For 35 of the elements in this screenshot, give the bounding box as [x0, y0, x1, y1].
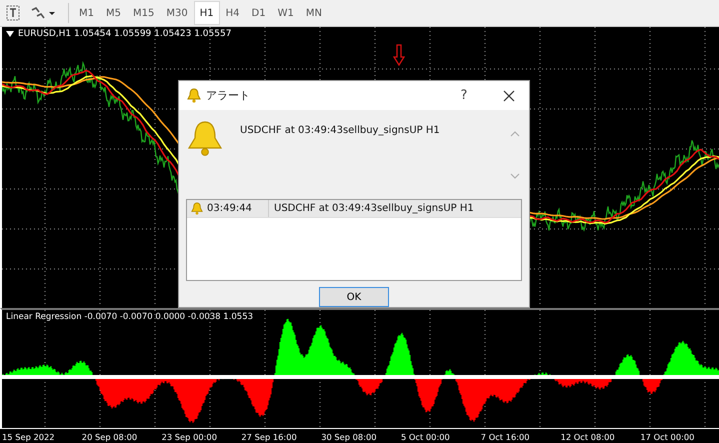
timeframe-tab[interactable]: M1	[73, 1, 100, 25]
chart-title: EURUSD,H1 1.05454 1.05599 1.05423 1.05557	[18, 29, 232, 39]
timeframe-tab[interactable]: H4	[220, 1, 246, 25]
time-axis-label: 27 Sep 16:00	[240, 432, 298, 442]
time-axis-label: 20 Sep 08:00	[80, 432, 138, 442]
timeframe-tab[interactable]: M15	[127, 1, 160, 25]
objects-icon[interactable]	[30, 6, 56, 20]
timeframe-tab[interactable]: M5	[100, 1, 127, 25]
alert-time: 03:49:44	[207, 203, 252, 214]
time-axis-label: 23 Sep 00:00	[160, 432, 218, 442]
indicator-label: Linear Regression -0.0070 -0.0070 0.0000 -0.0038 1.0553	[6, 312, 254, 322]
time-axis-label: 30 Sep 08:00	[320, 432, 378, 442]
time-axis-label: 17 Oct 00:00	[639, 432, 696, 442]
timeframe-tab[interactable]: MN	[300, 1, 328, 25]
timeframe-tab[interactable]: H1	[194, 1, 220, 25]
time-axis-label: 7 Oct 16:00	[480, 432, 531, 442]
bell-icon	[187, 88, 201, 103]
bell-icon	[191, 202, 203, 215]
dialog-title: アラート	[206, 88, 250, 103]
bell-icon	[186, 119, 224, 157]
time-axis-label: 5 Oct 00:00	[400, 432, 451, 442]
time-axis-label: 12 Oct 08:00	[560, 432, 616, 442]
alert-list-message: USDCHF at 03:49:43sellbuy_signsUP H1	[273, 203, 474, 214]
timeframe-tab[interactable]: M30	[160, 1, 194, 25]
time-axis-label: 15 Sep 2022	[1, 432, 56, 442]
alert-message: USDCHF at 03:49:43sellbuy_signsUP H1	[240, 125, 441, 136]
help-button[interactable]: ?	[444, 82, 484, 110]
timeframe-tab[interactable]: W1	[272, 1, 300, 25]
text-tool-icon[interactable]	[6, 5, 20, 21]
down-arrow-icon	[393, 44, 405, 66]
ok-button[interactable]: OK	[319, 287, 389, 307]
alert-list-row[interactable]: 03:49:44 USDCHF at 03:49:43sellbuy_signsUP H1	[187, 200, 521, 218]
close-icon	[503, 90, 515, 102]
collapse-triangle-icon[interactable]	[6, 31, 14, 37]
timeframe-tab[interactable]: D1	[246, 1, 272, 25]
